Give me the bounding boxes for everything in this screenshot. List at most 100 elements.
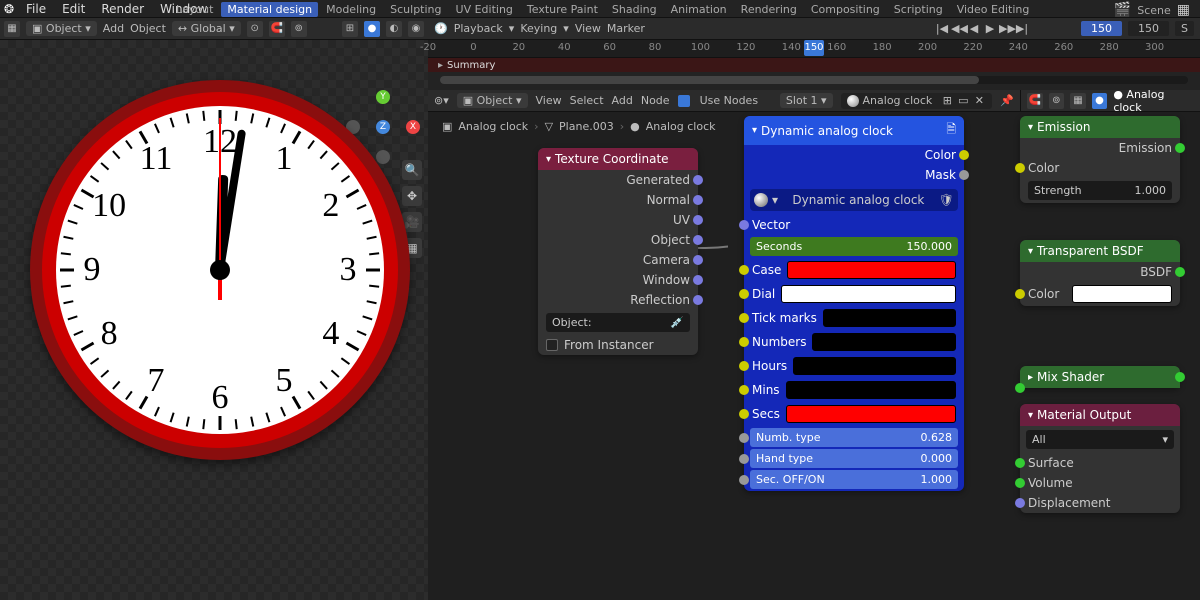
mode-select[interactable]: ▣ Object ▾: [26, 21, 97, 36]
ws-anim[interactable]: Animation: [665, 2, 733, 17]
axis-y-icon[interactable]: Y: [376, 90, 390, 104]
tl-view[interactable]: View: [575, 22, 601, 35]
pan-icon[interactable]: ✥: [402, 186, 422, 206]
mat-new-icon[interactable]: ▭: [956, 94, 970, 108]
nh-mode[interactable]: ▣ Object ▾: [457, 93, 528, 108]
timeline-summary[interactable]: Summary: [428, 58, 1200, 72]
blender-logo-icon[interactable]: ❂: [0, 0, 18, 18]
color-input-case[interactable]: Case: [744, 258, 964, 282]
nh-add[interactable]: Add: [612, 94, 633, 107]
shader-type-label[interactable]: ● Analog clock: [1113, 88, 1194, 114]
tex-object-field[interactable]: Object:💉: [546, 313, 690, 332]
color-input-dial[interactable]: Dial: [744, 282, 964, 306]
use-nodes-checkbox[interactable]: [678, 95, 690, 107]
nh-node[interactable]: Node: [641, 94, 670, 107]
prop-hand-type[interactable]: Hand type0.000: [750, 449, 958, 468]
shading-matprev-icon[interactable]: ◐: [386, 21, 402, 37]
ws-render[interactable]: Rendering: [735, 2, 803, 17]
3d-viewport[interactable]: Y X Z 🔍 ✥ 🎥 ▦ 123456789101112: [0, 40, 428, 600]
backdrop-icon[interactable]: ▦: [1070, 93, 1086, 109]
snap-icon[interactable]: 🧲: [269, 21, 285, 37]
from-instancer-checkbox[interactable]: [546, 339, 558, 351]
tl-playback[interactable]: Playback: [454, 22, 503, 35]
node-options-icon[interactable]: 🗎: [946, 120, 956, 141]
prop-sec-off-on[interactable]: Sec. OFF/ON1.000: [750, 470, 958, 489]
crumb-mesh[interactable]: Plane.003: [559, 120, 614, 133]
shading-wire-icon[interactable]: ⊞: [342, 21, 358, 37]
axis-neg2-icon[interactable]: [376, 150, 390, 164]
shield-icon[interactable]: 🛡: [939, 193, 954, 207]
orientation[interactable]: ↔ Global ▾: [172, 21, 241, 36]
node-transparent-bsdf[interactable]: ▾Transparent BSDF BSDF Color: [1020, 240, 1180, 306]
frame-end[interactable]: S: [1175, 21, 1194, 36]
node-group-selector[interactable]: ▾Dynamic analog clock🛡: [750, 189, 958, 211]
output-target[interactable]: All▾: [1026, 430, 1174, 449]
ws-modeling[interactable]: Modeling: [320, 2, 382, 17]
ws-texpaint[interactable]: Texture Paint: [521, 2, 604, 17]
emission-strength[interactable]: Strength1.000: [1028, 181, 1172, 200]
menu-object[interactable]: Object: [130, 22, 166, 35]
shader-type-icon[interactable]: ●: [1092, 93, 1108, 109]
color-input-hours[interactable]: Hours: [744, 354, 964, 378]
jump-end-icon[interactable]: ▶|: [1015, 22, 1029, 35]
menu-render[interactable]: Render: [93, 0, 152, 18]
current-frame[interactable]: 150: [1081, 21, 1122, 36]
editor-icon[interactable]: ⊚▾: [434, 94, 449, 107]
zoom-icon[interactable]: 🔍: [402, 160, 422, 180]
play-icon[interactable]: ▶: [983, 22, 997, 35]
scene-selector[interactable]: 🎬 Scene ▦: [1114, 2, 1190, 18]
node-dynamic-analog-clock[interactable]: ▾Dynamic analog clock🗎 Color Mask ▾Dynam…: [744, 116, 964, 491]
menu-file[interactable]: File: [18, 0, 54, 18]
node-emission[interactable]: ▾Emission Emission Color Strength1.000: [1020, 116, 1180, 203]
prop-numb-type[interactable]: Numb. type0.628: [750, 428, 958, 447]
keyframe-next-icon[interactable]: ▶▶: [999, 22, 1013, 35]
menu-add[interactable]: Add: [103, 22, 124, 35]
eyedropper-icon[interactable]: 💉: [670, 316, 684, 329]
mat-browse-icon[interactable]: ⊞: [940, 94, 954, 108]
ws-script[interactable]: Scripting: [888, 2, 949, 17]
material-slot[interactable]: Slot 1 ▾: [780, 93, 833, 108]
node-texture-coordinate[interactable]: ▾Texture Coordinate Generated Normal UV …: [538, 148, 698, 355]
nh-view[interactable]: View: [536, 94, 562, 107]
frame-start[interactable]: 150: [1128, 21, 1169, 36]
axis-z-icon[interactable]: Z: [376, 120, 390, 134]
ws-shading[interactable]: Shading: [606, 2, 663, 17]
ws-material-design[interactable]: Material design: [221, 2, 318, 17]
crumb-mat[interactable]: Analog clock: [646, 120, 716, 133]
mat-unlink-icon[interactable]: ✕: [972, 94, 986, 108]
nh-select[interactable]: Select: [570, 94, 604, 107]
play-rev-icon[interactable]: ◀: [967, 22, 981, 35]
pin-icon[interactable]: 📌: [1000, 94, 1014, 107]
axis-x-icon[interactable]: X: [406, 120, 420, 134]
timeline-scrollbar[interactable]: [440, 76, 1188, 84]
timeline-ruler[interactable]: -200204060801001201401601802002202402602…: [428, 40, 1200, 58]
keyframe-prev-icon[interactable]: ◀◀: [951, 22, 965, 35]
color-input-mins[interactable]: Mins: [744, 378, 964, 402]
ws-sculpting[interactable]: Sculpting: [384, 2, 447, 17]
ws-comp[interactable]: Compositing: [805, 2, 886, 17]
proportional-icon[interactable]: ⊚: [291, 21, 307, 37]
snap-toggle-icon[interactable]: 🧲: [1027, 93, 1043, 109]
tl-marker[interactable]: Marker: [607, 22, 645, 35]
color-input-numbers[interactable]: Numbers: [744, 330, 964, 354]
pivot-icon[interactable]: ⊙: [247, 21, 263, 37]
node-mix-shader[interactable]: ▸Mix Shader: [1020, 366, 1180, 388]
ws-layout[interactable]: Layout: [170, 2, 219, 17]
menu-edit[interactable]: Edit: [54, 0, 93, 18]
crumb-obj[interactable]: Analog clock: [458, 120, 528, 133]
material-selector[interactable]: Analog clock ⊞ ▭ ✕: [841, 93, 993, 109]
overlay-icon[interactable]: ⊚: [1049, 93, 1065, 109]
jump-start-icon[interactable]: |◀: [935, 22, 949, 35]
editor-type-icon[interactable]: ▦: [4, 21, 20, 37]
shading-render-icon[interactable]: ◉: [408, 21, 424, 37]
tl-icon[interactable]: 🕐: [434, 22, 448, 35]
node-canvas[interactable]: ▣ Analog clock› ▽ Plane.003› ● Analog cl…: [428, 112, 1200, 600]
node-material-output[interactable]: ▾Material Output All▾ Surface Volume Dis…: [1020, 404, 1180, 513]
color-input-secs[interactable]: Secs: [744, 402, 964, 426]
tl-keying[interactable]: Keying: [520, 22, 557, 35]
shading-solid-icon[interactable]: ●: [364, 21, 380, 37]
ws-uv[interactable]: UV Editing: [450, 2, 519, 17]
crumb-mat-icon: ●: [630, 120, 640, 133]
color-input-tick-marks[interactable]: Tick marks: [744, 306, 964, 330]
ws-video[interactable]: Video Editing: [951, 2, 1036, 17]
